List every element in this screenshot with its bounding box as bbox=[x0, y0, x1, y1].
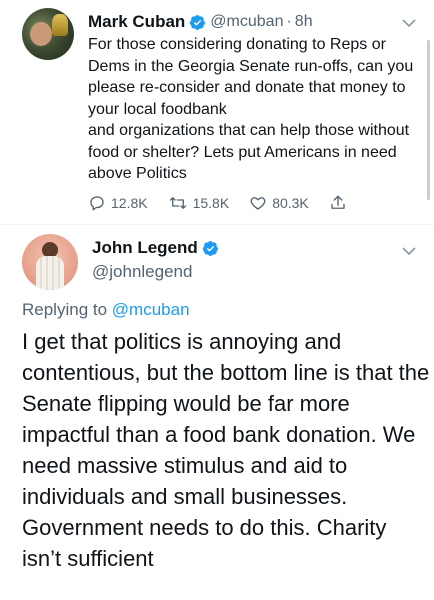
retweet-count: 15.8K bbox=[192, 195, 230, 211]
author-row: John Legend bbox=[92, 238, 219, 258]
replying-mention-link[interactable]: @mcuban bbox=[112, 300, 190, 319]
chevron-down-icon[interactable] bbox=[402, 246, 416, 256]
avatar[interactable] bbox=[22, 234, 78, 290]
scrollbar[interactable] bbox=[427, 40, 430, 200]
retweet-icon bbox=[169, 197, 186, 209]
author-name[interactable]: Mark Cuban bbox=[88, 12, 185, 32]
author-handle[interactable]: @mcuban bbox=[210, 13, 283, 31]
author-name[interactable]: John Legend bbox=[92, 238, 198, 258]
share-button[interactable] bbox=[329, 194, 352, 212]
time-separator: · bbox=[286, 13, 292, 30]
tweet-time[interactable]: 8h bbox=[295, 13, 313, 31]
share-icon bbox=[331, 195, 345, 209]
author-handle[interactable]: @johnlegend bbox=[92, 262, 192, 282]
tweet-text: I get that politics is annoying and cont… bbox=[22, 329, 430, 571]
retweet-button[interactable]: 15.8K bbox=[168, 194, 230, 212]
reply-count: 12.8K bbox=[111, 195, 148, 211]
tweet-mark-cuban[interactable]: Mark Cuban @mcuban · 8h For those consid… bbox=[0, 0, 434, 226]
like-button[interactable]: 80.3K bbox=[249, 194, 309, 212]
avatar-face bbox=[30, 22, 52, 46]
verified-icon bbox=[202, 240, 218, 256]
tweet-text: For those considering donating to Reps o… bbox=[88, 36, 414, 182]
tweet-divider bbox=[0, 224, 434, 225]
like-icon bbox=[250, 197, 266, 210]
author-row: Mark Cuban @mcuban · 8h bbox=[88, 12, 313, 32]
reply-button[interactable]: 12.8K bbox=[88, 194, 148, 212]
replying-label: Replying to bbox=[22, 300, 112, 319]
avatar[interactable] bbox=[22, 8, 74, 60]
like-count: 80.3K bbox=[272, 195, 309, 211]
tweet-actions: 12.8K 15.8K 80.3K bbox=[88, 192, 388, 214]
replying-to: Replying to @mcuban bbox=[22, 300, 190, 320]
avatar-body bbox=[36, 256, 64, 290]
trophy-icon bbox=[52, 14, 68, 36]
reply-icon bbox=[90, 196, 104, 211]
chevron-down-icon[interactable] bbox=[402, 18, 416, 28]
verified-icon bbox=[190, 14, 206, 30]
